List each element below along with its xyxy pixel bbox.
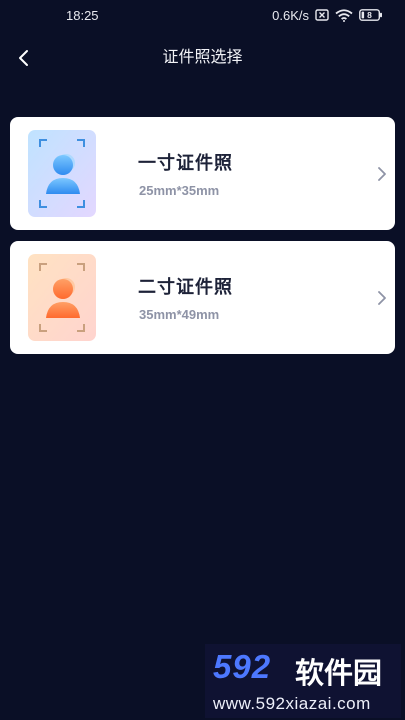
option-title: 二寸证件照	[138, 277, 233, 297]
person-photo-icon-blue	[28, 130, 96, 217]
option-card-2inch[interactable]: 二寸证件照 35mm*49mm	[10, 241, 395, 354]
status-icons: 0.6K/s 8	[272, 8, 383, 23]
option-size: 25mm*35mm	[139, 183, 220, 198]
option-card-1inch[interactable]: 一寸证件照 25mm*35mm	[10, 117, 395, 230]
watermark-logo: 592	[213, 648, 272, 685]
person-photo-icon-orange	[28, 254, 96, 341]
status-bar: 18:25 0.6K/s 8	[0, 0, 405, 30]
network-speed: 0.6K/s	[272, 7, 309, 23]
page-title: 证件照选择	[162, 49, 243, 66]
nav-bar: 证件照选择	[0, 30, 405, 76]
option-title: 一寸证件照	[138, 153, 233, 173]
chevron-right-icon	[375, 163, 389, 185]
battery-level: 8	[367, 10, 372, 20]
battery-icon: 8	[359, 9, 383, 21]
sim-off-icon	[315, 9, 329, 21]
watermark-url: www.592xiazai.com	[213, 694, 371, 713]
option-size: 35mm*49mm	[139, 307, 220, 322]
watermark-text: 软件园	[295, 658, 383, 690]
status-time: 18:25	[66, 7, 99, 23]
wifi-icon	[335, 8, 353, 22]
watermark: 592 软件园 www.592xiazai.com	[205, 644, 401, 718]
chevron-right-icon	[375, 287, 389, 309]
